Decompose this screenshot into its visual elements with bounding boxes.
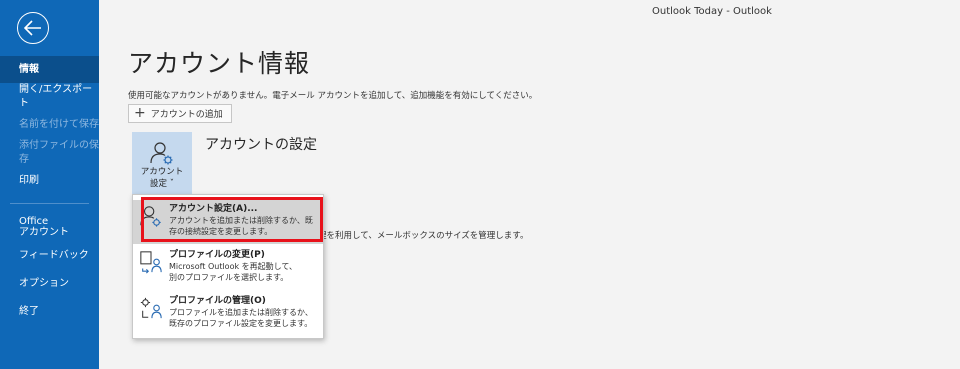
back-arrow-icon (24, 20, 41, 36)
menu-item-desc: Microsoft Outlook を再起動して、 (169, 262, 297, 271)
menu-item-manage-profiles[interactable]: プロファイルの管理(O) プロファイルを追加または削除するか、 既存のプロファイ… (133, 292, 323, 336)
account-tile-label-1: アカウント (140, 167, 184, 177)
nav-item-info[interactable]: 情報 (0, 56, 99, 83)
menu-item-desc: アカウントを追加または削除するか、既 (169, 216, 313, 225)
menu-item-title: プロファイルの変更(P) (169, 250, 265, 260)
add-account-label: アカウントの追加 (150, 110, 223, 120)
nav-divider (10, 203, 89, 204)
menu-item-desc: 既存のプロファイル設定を変更します。 (169, 319, 313, 328)
menu-item-account-settings[interactable]: アカウント設定(A)... アカウントを追加または削除するか、既 存の接続設定を… (133, 200, 323, 244)
nav-item-office-account[interactable]: Office アカウント (0, 212, 99, 242)
account-settings-icon (150, 142, 173, 165)
add-account-button[interactable]: + アカウントの追加 (128, 104, 232, 123)
nav-item-save-as: 名前を付けて保存 (0, 111, 99, 139)
nav-item-save-attachments: 添付ファイルの保存 (0, 139, 99, 167)
profile-change-icon (140, 251, 162, 274)
backstage-nav: 情報 開く/エクスポート 名前を付けて保存 添付ファイルの保存 印刷 Offic… (0, 56, 99, 326)
account-settings-dropdown: アカウント設定(A)... アカウントを追加または削除するか、既 存の接続設定を… (132, 194, 324, 339)
menu-item-title: アカウント設定(A)... (169, 204, 258, 214)
backstage-sidebar: 情報 開く/エクスポート 名前を付けて保存 添付ファイルの保存 印刷 Offic… (0, 0, 99, 369)
account-settings-icon (140, 206, 161, 227)
nav-item-feedback[interactable]: フィードバック (0, 242, 99, 270)
nav-label: 情報 (19, 63, 39, 75)
nav-label: 名前を付けて保存 (19, 119, 99, 130)
nav-item-exit[interactable]: 終了 (0, 298, 99, 326)
menu-item-desc: プロファイルを追加または削除するか、 (169, 308, 313, 317)
nav-label: 印刷 (19, 175, 39, 186)
menu-item-change-profile[interactable]: プロファイルの変更(P) Microsoft Outlook を再起動して、 別… (133, 246, 323, 290)
nav-label: 開く/エクスポート (19, 84, 93, 109)
menu-item-title: プロファイルの管理(O) (169, 296, 266, 306)
page-title: アカウント情報 (128, 49, 311, 78)
profile-manage-icon (140, 297, 162, 319)
nav-label: フィードバック (19, 250, 89, 261)
back-button[interactable] (17, 12, 49, 44)
nav-label: オプション (19, 278, 69, 289)
no-account-notice: 使用可能なアカウントがありません。電子メール アカウントを追加して、追加機能を有… (128, 91, 538, 101)
menu-item-desc: 存の接続設定を変更します。 (169, 227, 273, 236)
nav-item-print[interactable]: 印刷 (0, 167, 99, 195)
nav-item-options[interactable]: オプション (0, 270, 99, 298)
account-settings-tile[interactable]: アカウント 設定 ˇ (132, 132, 192, 194)
account-tile-label-2: 設定 ˇ (150, 179, 174, 189)
section-title: アカウントの設定 (205, 137, 317, 153)
menu-item-desc: 別のプロファイルを選択します。 (169, 273, 289, 282)
nav-label: Office アカウント (19, 216, 69, 238)
nav-item-open-export[interactable]: 開く/エクスポート (0, 83, 99, 111)
nav-label: 終了 (19, 306, 39, 317)
plus-icon: + (134, 105, 146, 121)
nav-label: 添付ファイルの保存 (19, 140, 99, 165)
mailbox-description: 理を利用して、メールボックスのサイズを管理します。 (318, 231, 529, 241)
